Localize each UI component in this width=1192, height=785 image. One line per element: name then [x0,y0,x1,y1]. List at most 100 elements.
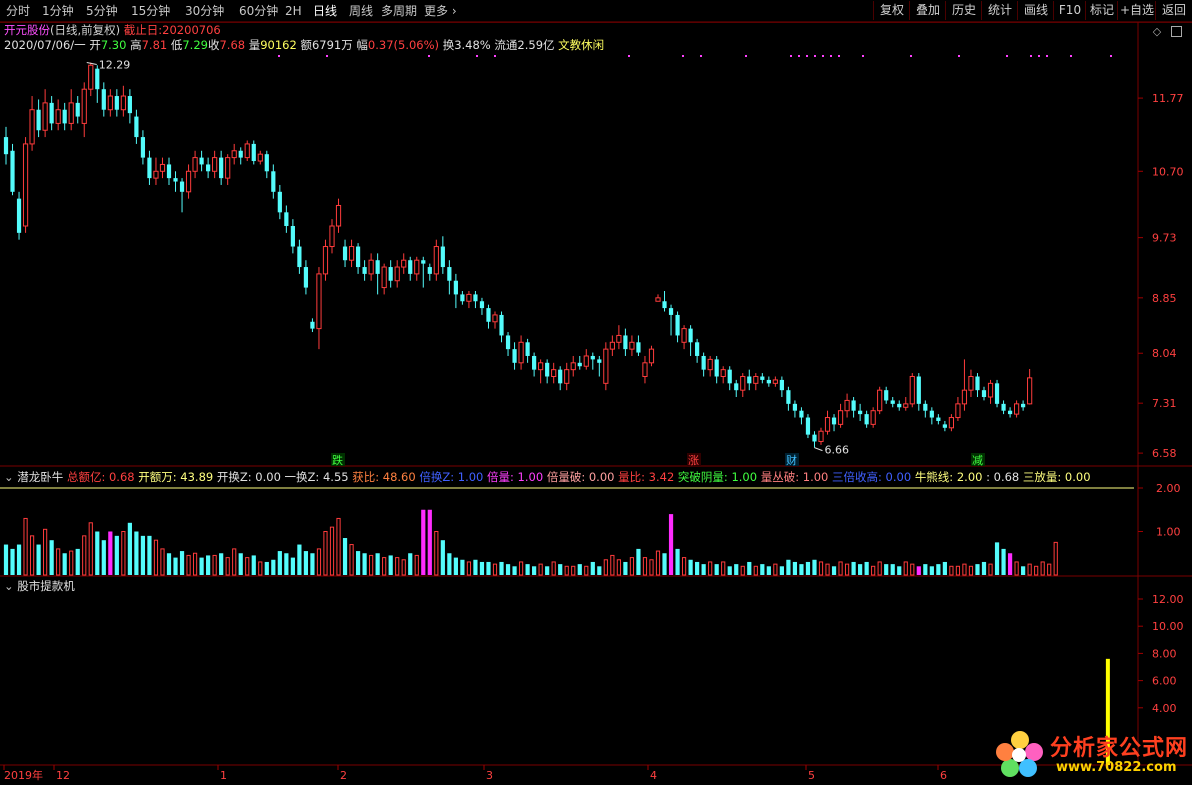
volume-bar [903,561,908,576]
candle-body [532,355,537,370]
volume-bar [1021,566,1026,575]
candle [903,397,909,411]
volume-bar [929,566,934,575]
candle-body [134,116,139,138]
volume-bar [518,561,524,576]
price-tick-label: 9.73 [1152,232,1177,245]
price-tick-label: 7.31 [1152,397,1177,410]
candle-body [166,164,172,179]
volume-bar [49,540,54,575]
candle-body [394,266,400,282]
candle [348,239,355,268]
candle-body [316,273,322,330]
candle [909,373,915,408]
volume-bar [525,564,530,575]
candle-body [929,410,934,418]
candle [264,150,269,179]
volume-bar [147,535,152,575]
price-axis: 11.77 10.70 9.73 8.85 8.04 7.31 6.58 [1138,92,1184,460]
candle [206,157,211,179]
volume-bar [884,564,889,575]
candle [381,263,387,295]
candle-body [545,362,550,377]
date-axis: 2019年 12 1 2 3 4 5 6 [3,765,947,782]
candle [16,191,22,240]
volume-bar [616,559,621,576]
candle-body [492,314,498,323]
candle [772,376,778,387]
volume-bar [1034,565,1039,576]
volume-bar [831,566,837,575]
volume-bar [310,553,315,575]
volume-bar [382,557,387,576]
candle-body [179,181,185,192]
candle [388,260,393,288]
candle-body [623,335,628,350]
volume-bar [369,554,374,576]
candle [499,311,504,343]
volume-bar [434,531,439,576]
candle [1001,400,1006,415]
volume-bar [166,553,172,575]
indicator2-tick-label: 4.00 [1152,702,1177,715]
candle [799,407,804,425]
candle [720,366,726,384]
volume-bar [532,566,537,575]
volume-bar [779,566,784,575]
candle [714,355,719,384]
candle-body [505,335,511,350]
volume-bar [564,565,569,576]
candle-body [466,293,472,302]
volume-bar [232,548,237,576]
volume-bar [329,526,335,576]
signal-dot [682,55,684,57]
candle [225,154,231,185]
candle-body [792,403,798,411]
volume-bar [140,535,146,575]
date-label: 1 [220,769,227,782]
candle [408,256,413,281]
candle [421,256,426,288]
volume-bar [82,535,87,576]
candle-body [1001,403,1006,411]
volume-bar [714,564,719,575]
candle-body [433,246,439,275]
indicator2-axis: 12.00 10.00 8.00 6.00 4.00 [1138,593,1184,715]
candle [140,130,146,165]
candle [701,352,706,377]
candle [916,373,921,411]
volume-bar [975,564,980,575]
candle [479,297,485,315]
volume-bar [121,531,126,576]
watermark-title: 分析家公式网 [1050,736,1189,761]
candle [525,338,530,363]
candle-body [551,369,557,377]
volume-bar [219,553,224,575]
candle-body [10,150,15,192]
signal-marker-label: 减 [972,454,983,467]
volume-bar [225,557,230,576]
candle-body [408,260,413,274]
volume-bar [734,564,739,575]
candle [219,150,224,185]
volume-bar [349,544,354,576]
kline-chart[interactable]: 11.7710.709.738.858.047.316.58 2.001.00 … [0,0,1192,785]
candle-body [447,267,452,281]
candle [355,243,361,274]
candle [603,342,609,391]
signal-dot [1006,55,1008,57]
candle [760,373,765,384]
volume-bar [36,544,41,575]
signal-dot [278,55,280,57]
candle [851,397,856,418]
candle-body [864,414,869,425]
candle-body [1021,403,1026,408]
candle-body [858,410,863,415]
candle-body [916,376,921,404]
candle [120,85,126,117]
high-marker-line [86,62,97,66]
candle [636,335,641,356]
volume-bar [805,561,811,575]
candle [238,147,243,165]
candle-body [740,375,746,391]
